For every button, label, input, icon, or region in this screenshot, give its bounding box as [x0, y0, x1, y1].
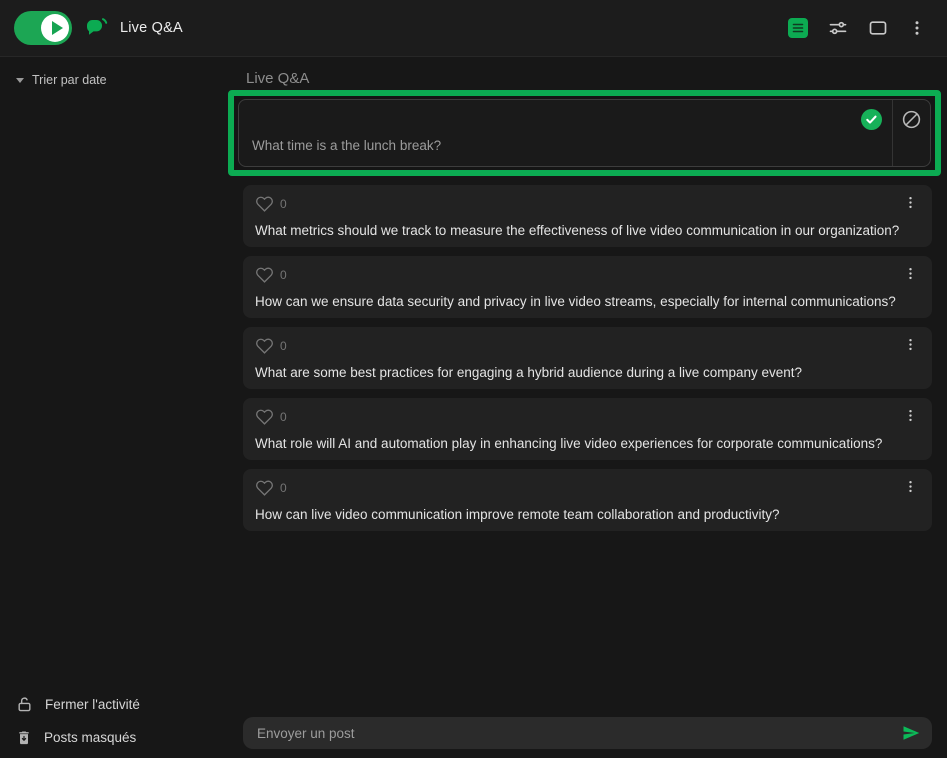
heart-icon — [255, 408, 274, 426]
close-activity-button[interactable]: Fermer l'activité — [16, 696, 228, 713]
moderation-card: What time is a the lunch break? — [238, 99, 931, 167]
pending-question-text: What time is a the lunch break? — [252, 138, 441, 153]
post-text: What role will AI and automation play in… — [255, 436, 924, 451]
post-card: 0 How can live video communication impro… — [243, 469, 932, 531]
like-button[interactable]: 0 — [255, 337, 287, 355]
highlighted-moderation-box: What time is a the lunch break? — [228, 90, 941, 176]
heart-icon — [255, 479, 274, 497]
post-menu-button[interactable] — [897, 406, 924, 428]
post-menu-button[interactable] — [897, 193, 924, 215]
like-count: 0 — [280, 410, 287, 424]
post-text: How can live video communication improve… — [255, 507, 924, 522]
kebab-icon — [903, 266, 918, 281]
screen-share-button[interactable] — [868, 18, 888, 38]
post-menu-button[interactable] — [897, 477, 924, 499]
qa-panel: Live Q&A What time is a the lunch break? — [228, 57, 947, 758]
live-toggle[interactable] — [14, 11, 72, 45]
sort-label: Trier par date — [32, 73, 107, 87]
lock-icon — [16, 696, 33, 713]
post-text: What are some best practices for engagin… — [255, 365, 924, 380]
kebab-icon — [903, 408, 918, 423]
post-menu-button[interactable] — [897, 335, 924, 357]
composer-placeholder: Envoyer un post — [257, 726, 902, 741]
block-button[interactable] — [901, 109, 922, 130]
filter-settings-button[interactable] — [828, 18, 848, 38]
trash-icon — [16, 729, 32, 746]
like-count: 0 — [280, 197, 287, 211]
live-qa-app: Live Q&A — [0, 0, 947, 758]
chevron-down-icon — [16, 78, 24, 83]
like-button[interactable]: 0 — [255, 408, 287, 426]
post-menu-button[interactable] — [897, 264, 924, 286]
like-count: 0 — [280, 339, 287, 353]
play-icon — [52, 21, 63, 35]
check-circle-icon — [861, 109, 882, 130]
sort-by-date-control[interactable]: Trier par date — [16, 73, 228, 87]
header-title: Live Q&A — [120, 20, 183, 36]
question-preview-area[interactable]: What time is a the lunch break? — [239, 100, 892, 166]
like-count: 0 — [280, 481, 287, 495]
approve-button[interactable] — [861, 109, 882, 130]
like-count: 0 — [280, 268, 287, 282]
new-post-input[interactable]: Envoyer un post — [243, 717, 932, 749]
like-button[interactable]: 0 — [255, 195, 287, 213]
post-text: What metrics should we track to measure … — [255, 223, 924, 238]
hidden-posts-button[interactable]: Posts masqués — [16, 729, 228, 746]
post-card: 0 What are some best practices for engag… — [243, 327, 932, 389]
header: Live Q&A — [0, 0, 947, 57]
block-icon — [901, 109, 922, 130]
heart-icon — [255, 195, 274, 213]
heart-icon — [255, 337, 274, 355]
kebab-icon — [903, 195, 918, 210]
post-card: 0 What metrics should we track to measur… — [243, 185, 932, 247]
feed-list-button[interactable] — [788, 18, 808, 38]
kebab-icon — [903, 337, 918, 352]
send-post-button[interactable] — [902, 724, 920, 742]
feed-list-icon — [788, 18, 808, 38]
like-button[interactable]: 0 — [255, 266, 287, 284]
post-text: How can we ensure data security and priv… — [255, 294, 924, 309]
page-title: Live Q&A — [246, 70, 947, 87]
post-card: 0 What role will AI and automation play … — [243, 398, 932, 460]
header-overflow-menu-button[interactable] — [908, 19, 926, 37]
send-icon — [902, 724, 920, 742]
overflow-menu-icon — [908, 19, 926, 37]
screen-icon — [868, 18, 888, 38]
close-activity-label: Fermer l'activité — [45, 697, 140, 712]
kebab-icon — [903, 479, 918, 494]
sidebar: Trier par date Fermer l'activité — [0, 57, 228, 758]
moderation-side-column — [892, 100, 930, 166]
like-button[interactable]: 0 — [255, 479, 287, 497]
filter-sliders-icon — [828, 18, 848, 38]
qa-chat-icon — [83, 15, 109, 41]
toggle-knob — [41, 14, 69, 42]
post-card: 0 How can we ensure data security and pr… — [243, 256, 932, 318]
heart-icon — [255, 266, 274, 284]
hidden-posts-label: Posts masqués — [44, 730, 136, 745]
